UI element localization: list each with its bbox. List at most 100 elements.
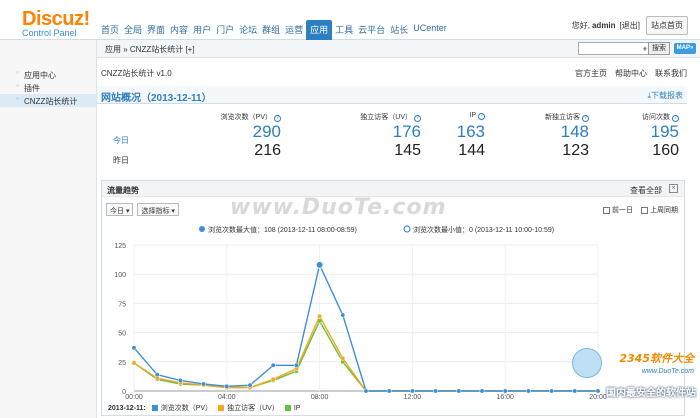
legend-date: 2013-12-11: bbox=[108, 404, 146, 412]
checkbox-label: 上周同期 bbox=[650, 207, 678, 214]
legend-item-pv[interactable]: 浏览次数（PV） bbox=[151, 403, 212, 413]
stat-column-ip: IP? 163 144 bbox=[447, 108, 485, 162]
sidebar-item-app-center[interactable]: 应用中心 bbox=[0, 68, 96, 81]
data-point bbox=[315, 260, 324, 269]
min-note: 浏览次数最小值：0 (2013-12-11 10:00-10:59) bbox=[413, 225, 554, 234]
nav-item-9[interactable]: 应用 bbox=[306, 20, 333, 40]
nav-item-6[interactable]: 论坛 bbox=[237, 20, 259, 40]
data-point bbox=[131, 345, 137, 351]
microphone-icon: ♦ bbox=[642, 44, 647, 53]
yesterday-row-label: 昨日 bbox=[113, 156, 129, 165]
legend-item-uv[interactable]: 独立访客（UV） bbox=[218, 403, 279, 413]
y-tick-label: 50 bbox=[118, 331, 126, 338]
nav-item-5[interactable]: 门户 bbox=[214, 20, 236, 40]
help-icon[interactable]: ? bbox=[414, 115, 421, 122]
help-icon[interactable]: ? bbox=[478, 113, 485, 120]
compare-options: 前一日 上周同期 bbox=[595, 205, 678, 215]
stat-header: 新独立访客 bbox=[545, 114, 580, 121]
min-note-marker bbox=[403, 225, 411, 233]
help-icon[interactable]: ? bbox=[274, 115, 281, 122]
nav-item-1[interactable]: 全局 bbox=[122, 20, 144, 40]
view-all-link[interactable]: 查看全部 bbox=[630, 185, 662, 196]
checkbox-label: 前一日 bbox=[612, 207, 633, 214]
compare-previous-day[interactable]: 前一日 bbox=[603, 205, 633, 215]
x-tick-label: 04:00 bbox=[218, 394, 236, 401]
sidebar: 应用中心 插件 CNZZ站长统计 bbox=[0, 40, 97, 418]
nav-item-3[interactable]: 内容 bbox=[168, 20, 190, 40]
nav-item-0[interactable]: 首页 bbox=[99, 20, 121, 40]
compare-last-week[interactable]: 上周同期 bbox=[641, 205, 678, 215]
stat-today: 195 bbox=[650, 122, 679, 141]
sidebar-item-plugins[interactable]: 插件 bbox=[0, 81, 96, 94]
y-tick-label: 125 bbox=[114, 243, 126, 250]
stat-header: 独立访客（UV） bbox=[360, 114, 412, 121]
stat-header: IP bbox=[469, 112, 476, 119]
logout-link[interactable]: [退出] bbox=[620, 20, 640, 31]
stat-header: 浏览次数（PV） bbox=[220, 114, 272, 121]
data-point bbox=[340, 355, 346, 361]
data-point bbox=[224, 383, 230, 389]
metric-select[interactable]: 选择指标 ▾ bbox=[137, 203, 179, 216]
stats-table: 今日 昨日 浏览次数（PV）? 290 216 独立访客（UV）? 176 14… bbox=[97, 108, 687, 178]
stat-today: 163 bbox=[456, 122, 485, 141]
breadcrumb[interactable]: 应用 » CNZZ站长统计 [+] bbox=[105, 44, 195, 55]
row-labels: 今日 昨日 bbox=[113, 130, 129, 170]
stat-yesterday: 160 bbox=[652, 142, 679, 159]
nav-item-4[interactable]: 用户 bbox=[191, 20, 213, 40]
plugin-bar: CNZZ站长统计 v1.0 官方主页 帮助中心 联系我们 bbox=[97, 66, 687, 80]
nav-item-2[interactable]: 界面 bbox=[145, 20, 167, 40]
header: Discuz! Control Panel 首页 全局 界面 内容 用户 门户 论坛 群组 运营… bbox=[0, 0, 700, 40]
sidebar-item-cnzz[interactable]: CNZZ站长统计 bbox=[0, 94, 96, 107]
trend-controls: 今日 ▾ 选择指标 ▾ bbox=[106, 203, 183, 216]
data-point bbox=[270, 376, 276, 382]
stat-yesterday: 144 bbox=[458, 142, 485, 159]
y-tick-label: 75 bbox=[118, 301, 126, 308]
plugin-title: CNZZ站长统计 v1.0 bbox=[101, 69, 172, 78]
stat-column-visits: 访问次数? 195 160 bbox=[637, 108, 679, 162]
stat-today: 148 bbox=[560, 122, 589, 141]
data-point bbox=[293, 362, 299, 368]
data-point bbox=[247, 382, 253, 388]
checkbox[interactable] bbox=[641, 206, 648, 214]
data-point bbox=[409, 388, 415, 394]
stat-column-new-uv: 新独立访客? 148 123 bbox=[537, 108, 589, 162]
checkbox[interactable] bbox=[603, 206, 610, 214]
search-input[interactable]: ♦ bbox=[578, 42, 650, 55]
data-point bbox=[386, 388, 392, 394]
help-center-link[interactable]: 帮助中心 bbox=[615, 68, 647, 79]
map-button[interactable]: MAP» bbox=[674, 43, 696, 54]
help-icon[interactable]: ? bbox=[582, 115, 589, 122]
nav-item-11[interactable]: 云平台 bbox=[356, 20, 387, 40]
download-report-link[interactable]: ⤓下载报表 bbox=[647, 90, 683, 101]
chart-legend: 2013-12-11: 浏览次数（PV） 独立访客（UV） IP bbox=[108, 403, 306, 413]
search-button[interactable]: 搜索 bbox=[648, 42, 670, 55]
help-icon[interactable]: ? bbox=[672, 115, 679, 122]
x-tick-label: 12:00 bbox=[404, 394, 422, 401]
stat-today: 290 bbox=[252, 122, 281, 141]
nav-item-10[interactable]: 工具 bbox=[333, 20, 355, 40]
date-select[interactable]: 今日 ▾ bbox=[106, 203, 134, 216]
stat-header: 访问次数 bbox=[642, 114, 670, 121]
mascot-icon bbox=[572, 348, 602, 378]
series-line-2 bbox=[133, 319, 598, 392]
collapse-icon[interactable]: × bbox=[669, 184, 678, 193]
legend-swatch bbox=[151, 405, 158, 411]
legend-item-ip[interactable]: IP bbox=[284, 405, 300, 412]
contact-us-link[interactable]: 联系我们 bbox=[655, 68, 687, 79]
overview-title: 网站概况（2013-12-11） bbox=[101, 93, 212, 104]
data-point bbox=[363, 388, 369, 394]
nav-item-13[interactable]: UCenter bbox=[411, 20, 449, 40]
nav-item-12[interactable]: 站长 bbox=[388, 20, 410, 40]
site-home-button[interactable]: 站点首页 bbox=[646, 16, 688, 35]
breadcrumb-bar: 应用 » CNZZ站长统计 [+] ♦ 搜索 MAP» bbox=[97, 40, 700, 58]
stat-column-uv: 独立访客（UV）? 176 145 bbox=[347, 108, 421, 162]
nav-item-7[interactable]: 群组 bbox=[260, 20, 282, 40]
y-tick-label: 100 bbox=[114, 272, 126, 279]
logo[interactable]: Discuz! Control Panel bbox=[22, 9, 102, 39]
x-tick-label: 00:00 bbox=[125, 394, 143, 401]
official-home-link[interactable]: 官方主页 bbox=[575, 68, 607, 79]
nav-item-8[interactable]: 运营 bbox=[283, 20, 305, 40]
sidebar-item-label: 应用中心 bbox=[24, 71, 56, 80]
greeting: 您好, bbox=[571, 21, 590, 30]
corner-site: www.DuoTe.com bbox=[641, 368, 694, 375]
